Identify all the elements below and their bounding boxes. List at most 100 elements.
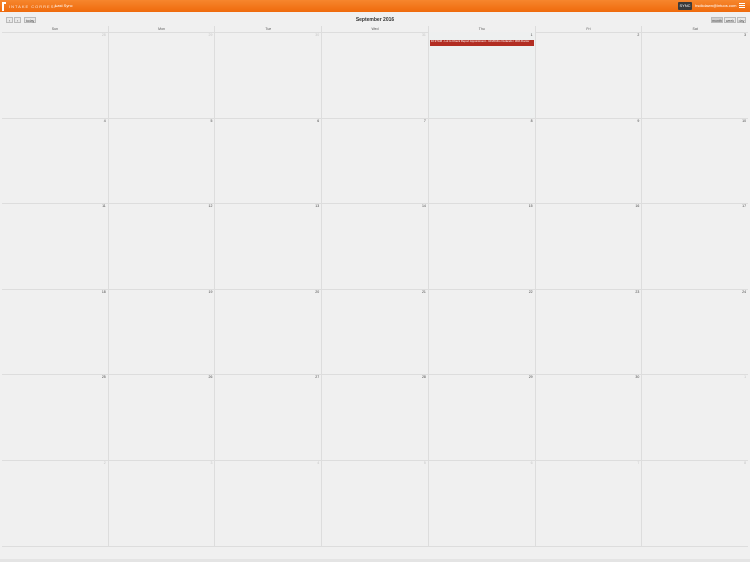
- day-number: 31: [421, 33, 426, 37]
- day-cell[interactable]: 14: [321, 203, 428, 289]
- day-number: 7: [423, 118, 426, 123]
- day-number: 5: [210, 118, 213, 123]
- day-cell[interactable]: 10: [641, 117, 748, 204]
- day-number: 12: [208, 204, 213, 209]
- logo-text: INTAKE CORRESP: [9, 3, 59, 9]
- day-cell[interactable]: 12: [107, 203, 215, 289]
- week-row: 28 29 30 31 1 10:27AM - Lol to Check Rep…: [2, 32, 748, 119]
- day-number: 9: [637, 118, 640, 123]
- day-cell[interactable]: 18: [2, 289, 108, 375]
- day-cell[interactable]: 31: [321, 32, 428, 118]
- logo-mark-icon: [2, 1, 6, 11]
- day-cell[interactable]: 26: [107, 374, 215, 460]
- day-number: 23: [635, 289, 640, 294]
- week-row: 11 12 13 14 15 16 17: [2, 203, 748, 290]
- day-number: 14: [421, 204, 426, 209]
- day-number: 8: [530, 118, 533, 123]
- day-number: 29: [208, 33, 213, 37]
- day-number: 29: [528, 375, 533, 380]
- day-number: 20: [315, 289, 320, 294]
- day-cell[interactable]: 6: [214, 117, 321, 204]
- day-cell[interactable]: 9: [534, 117, 642, 204]
- last-sync-link[interactable]: Last Sync: [55, 3, 73, 8]
- day-number: 5: [423, 461, 426, 465]
- day-number: 16: [635, 204, 640, 209]
- week-row: 2 3 4 5 6 7 8: [2, 460, 748, 547]
- day-number: 30: [315, 33, 320, 37]
- day-cell[interactable]: 29: [427, 374, 535, 460]
- day-cell[interactable]: 30: [214, 32, 321, 118]
- day-cell[interactable]: 11: [2, 203, 108, 289]
- day-number: 18: [101, 289, 106, 294]
- day-cell[interactable]: 7: [321, 117, 428, 204]
- day-cell[interactable]: 25: [2, 374, 108, 460]
- day-cell[interactable]: 7: [534, 460, 642, 546]
- day-cell[interactable]: 24: [641, 288, 748, 375]
- day-cell[interactable]: 4: [2, 118, 108, 204]
- calendar-title: September 2016: [355, 17, 395, 23]
- day-cell[interactable]: 15: [427, 203, 535, 289]
- day-cell[interactable]: 20: [214, 288, 321, 375]
- day-number: 22: [528, 289, 533, 294]
- day-number: 6: [317, 118, 320, 123]
- day-cell[interactable]: 17: [641, 203, 748, 289]
- user-email[interactable]: hsdkdawn@intuos.com: [695, 3, 736, 8]
- month-calendar: Sun Mon Tue Wed Thu Fri Sat 28 29 30 31 …: [2, 26, 748, 547]
- day-cell[interactable]: 1: [641, 374, 748, 460]
- day-cell[interactable]: 22: [427, 288, 535, 375]
- day-number: 2: [637, 33, 640, 37]
- week-row: 4 5 6 7 8 9 10: [2, 117, 748, 205]
- day-cell[interactable]: 4: [214, 460, 321, 546]
- calendar-toolbar: ‹ › today September 2016 month week day: [0, 14, 750, 26]
- day-cell[interactable]: 23: [534, 288, 642, 375]
- day-cell[interactable]: 2: [534, 32, 642, 118]
- day-number: 4: [317, 461, 320, 465]
- day-number: 24: [742, 289, 747, 294]
- day-cell[interactable]: 28: [2, 32, 108, 118]
- day-cell[interactable]: 28: [321, 374, 428, 460]
- day-cell[interactable]: 8: [641, 460, 748, 546]
- day-number: 2: [103, 461, 106, 465]
- day-cell[interactable]: 3: [107, 460, 215, 546]
- day-cell[interactable]: 6: [427, 460, 535, 546]
- day-cell[interactable]: 8: [427, 117, 535, 204]
- day-number: 17: [742, 204, 747, 209]
- day-number: 1: [744, 375, 747, 380]
- day-number: 13: [315, 204, 320, 209]
- day-number: 30: [635, 375, 640, 380]
- day-cell[interactable]: 30: [534, 374, 642, 460]
- day-cell[interactable]: 16: [534, 203, 642, 289]
- sync-button[interactable]: SYNC: [678, 2, 692, 10]
- calendar-event[interactable]: 10:27AM - Lol to Check Report Appointmen…: [429, 40, 534, 46]
- week-row: 25 26 27 28 29 30 1: [2, 374, 748, 461]
- day-number: 6: [530, 461, 533, 465]
- day-number: 21: [421, 289, 426, 294]
- day-number: 7: [637, 461, 640, 465]
- day-number: 3: [210, 461, 213, 465]
- week-view-button[interactable]: week: [724, 17, 736, 23]
- day-cell[interactable]: 5: [107, 117, 215, 204]
- calendar-weeks: 28 29 30 31 1 10:27AM - Lol to Check Rep…: [2, 32, 748, 547]
- hamburger-menu-icon[interactable]: [739, 3, 745, 9]
- day-cell[interactable]: 3: [641, 32, 748, 118]
- day-cell-today[interactable]: 1 10:27AM - Lol to Check Report Appointm…: [427, 32, 535, 118]
- day-cell[interactable]: 19: [107, 288, 215, 375]
- day-number: 11: [102, 204, 106, 209]
- day-cell[interactable]: 29: [107, 32, 215, 118]
- day-number: 28: [421, 375, 426, 380]
- day-number: 3: [744, 33, 747, 37]
- month-view-button[interactable]: month: [711, 17, 723, 23]
- day-number: 1: [530, 33, 533, 37]
- day-number: 4: [103, 118, 106, 123]
- day-number: 8: [744, 461, 747, 465]
- day-number: 28: [101, 33, 106, 37]
- day-cell[interactable]: 21: [321, 288, 428, 375]
- day-cell[interactable]: 27: [214, 374, 321, 460]
- day-number: 15: [528, 204, 533, 209]
- day-number: 25: [101, 375, 106, 380]
- day-view-button[interactable]: day: [737, 17, 746, 23]
- app-logo[interactable]: INTAKE CORRESP: [2, 1, 58, 11]
- day-cell[interactable]: 2: [2, 460, 108, 546]
- day-cell[interactable]: 5: [321, 460, 428, 546]
- day-cell[interactable]: 13: [214, 203, 321, 289]
